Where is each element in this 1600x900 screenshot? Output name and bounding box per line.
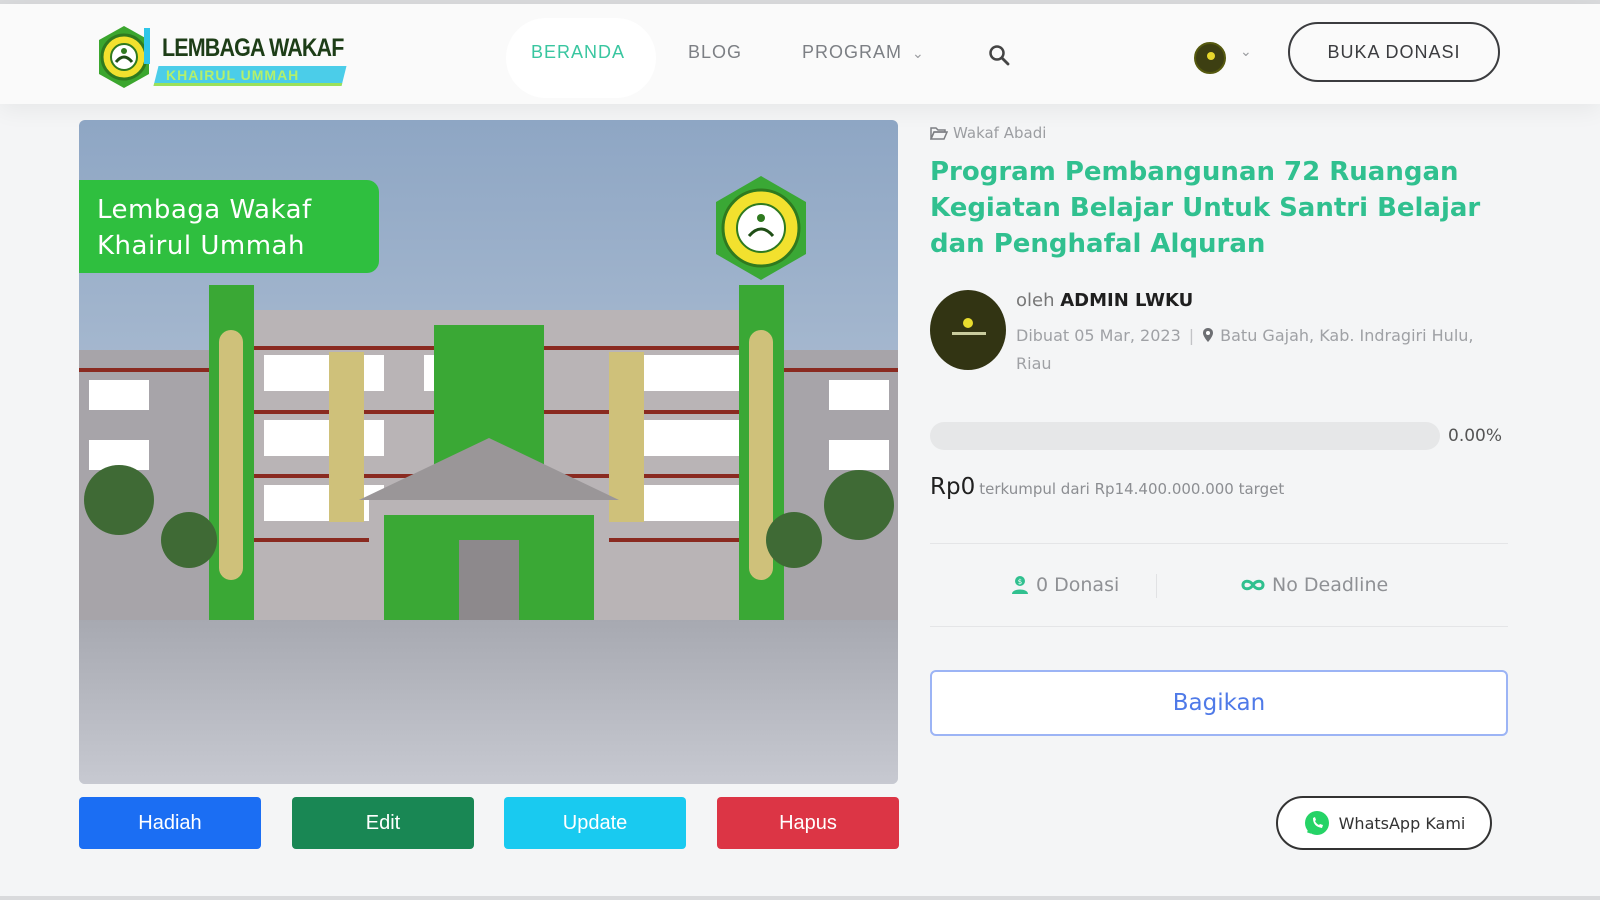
created-date: Dibuat 05 Mar, 2023	[1016, 326, 1181, 345]
account-avatar[interactable]	[1194, 42, 1226, 74]
divider	[930, 543, 1508, 544]
chevron-down-icon: ⌄	[912, 45, 925, 61]
svg-text:$: $	[1018, 578, 1022, 586]
category-label: Wakaf Abadi	[953, 124, 1047, 142]
whatsapp-label: WhatsApp Kami	[1338, 813, 1466, 833]
folder-open-icon	[930, 126, 948, 140]
author-name[interactable]: ADMIN LWKU	[1060, 290, 1193, 311]
delete-button[interactable]: Hapus	[717, 797, 899, 849]
collected-value: Rp0	[930, 474, 976, 500]
campaign-category[interactable]: Wakaf Abadi	[930, 124, 1046, 142]
campaign-meta: Dibuat 05 Mar, 2023 | Batu Gajah, Kab. Ind…	[1016, 326, 1474, 373]
nav-item-blog[interactable]: BLOG	[688, 42, 742, 63]
donor-icon: $	[1012, 576, 1028, 594]
by-prefix: oleh	[1016, 290, 1055, 311]
author-byline: oleh ADMIN LWKU	[1016, 290, 1193, 311]
caption-line-1: Lembaga Wakaf	[97, 195, 312, 225]
stat-divider	[1156, 574, 1157, 598]
collected-target: terkumpul dari Rp14.400.000.000 target	[979, 480, 1285, 498]
caption-line-2: Khairul Ummah	[97, 231, 305, 261]
logo-subtitle: KHAIRUL UMMAH	[166, 67, 300, 83]
divider	[930, 626, 1508, 627]
donation-progress-percent: 0.00%	[1448, 426, 1503, 446]
nav-item-program-label: PROGRAM	[802, 42, 903, 62]
nav-item-beranda[interactable]: BERANDA	[531, 42, 625, 63]
campaign-image-caption: Lembaga Wakaf Khairul Ummah	[79, 180, 379, 273]
logo-title: LEMBAGA WAKAF	[162, 34, 344, 62]
nav-item-program[interactable]: PROGRAM ⌄	[802, 42, 925, 63]
whatsapp-icon	[1304, 811, 1329, 835]
update-button[interactable]: Update	[504, 797, 686, 849]
account-chevron-down-icon[interactable]: ⌄	[1240, 44, 1252, 60]
campaign-title: Program Pembangunan 72 Ruangan Kegiatan …	[930, 157, 1481, 259]
donation-progress-bar	[930, 422, 1440, 450]
whatsapp-button[interactable]: WhatsApp Kami	[1276, 796, 1492, 850]
edit-button[interactable]: Edit	[292, 797, 474, 849]
campaign-image: Lembaga Wakaf Khairul Ummah	[79, 120, 898, 784]
author-avatar[interactable]	[930, 290, 1006, 370]
deadline: No Deadline	[1240, 574, 1388, 596]
hadiah-button[interactable]: Hadiah	[79, 797, 261, 849]
search-icon[interactable]	[988, 44, 1010, 66]
infinity-icon	[1241, 579, 1265, 591]
donation-count: $ 0 Donasi	[1010, 574, 1119, 596]
open-donation-button[interactable]: BUKA DONASI	[1288, 22, 1500, 82]
map-pin-icon	[1203, 328, 1214, 342]
site-header: LEMBAGA WAKAF KHAIRUL UMMAH BERANDA BLOG…	[0, 4, 1600, 104]
share-button[interactable]: Bagikan	[930, 670, 1508, 736]
collected-amount: Rp0 terkumpul dari Rp14.400.000.000 targe…	[930, 474, 1284, 500]
site-logo[interactable]: LEMBAGA WAKAF KHAIRUL UMMAH	[94, 20, 354, 92]
donation-count-label: 0 Donasi	[1036, 574, 1120, 596]
bottom-border	[0, 896, 1600, 900]
deadline-label: No Deadline	[1272, 574, 1389, 596]
